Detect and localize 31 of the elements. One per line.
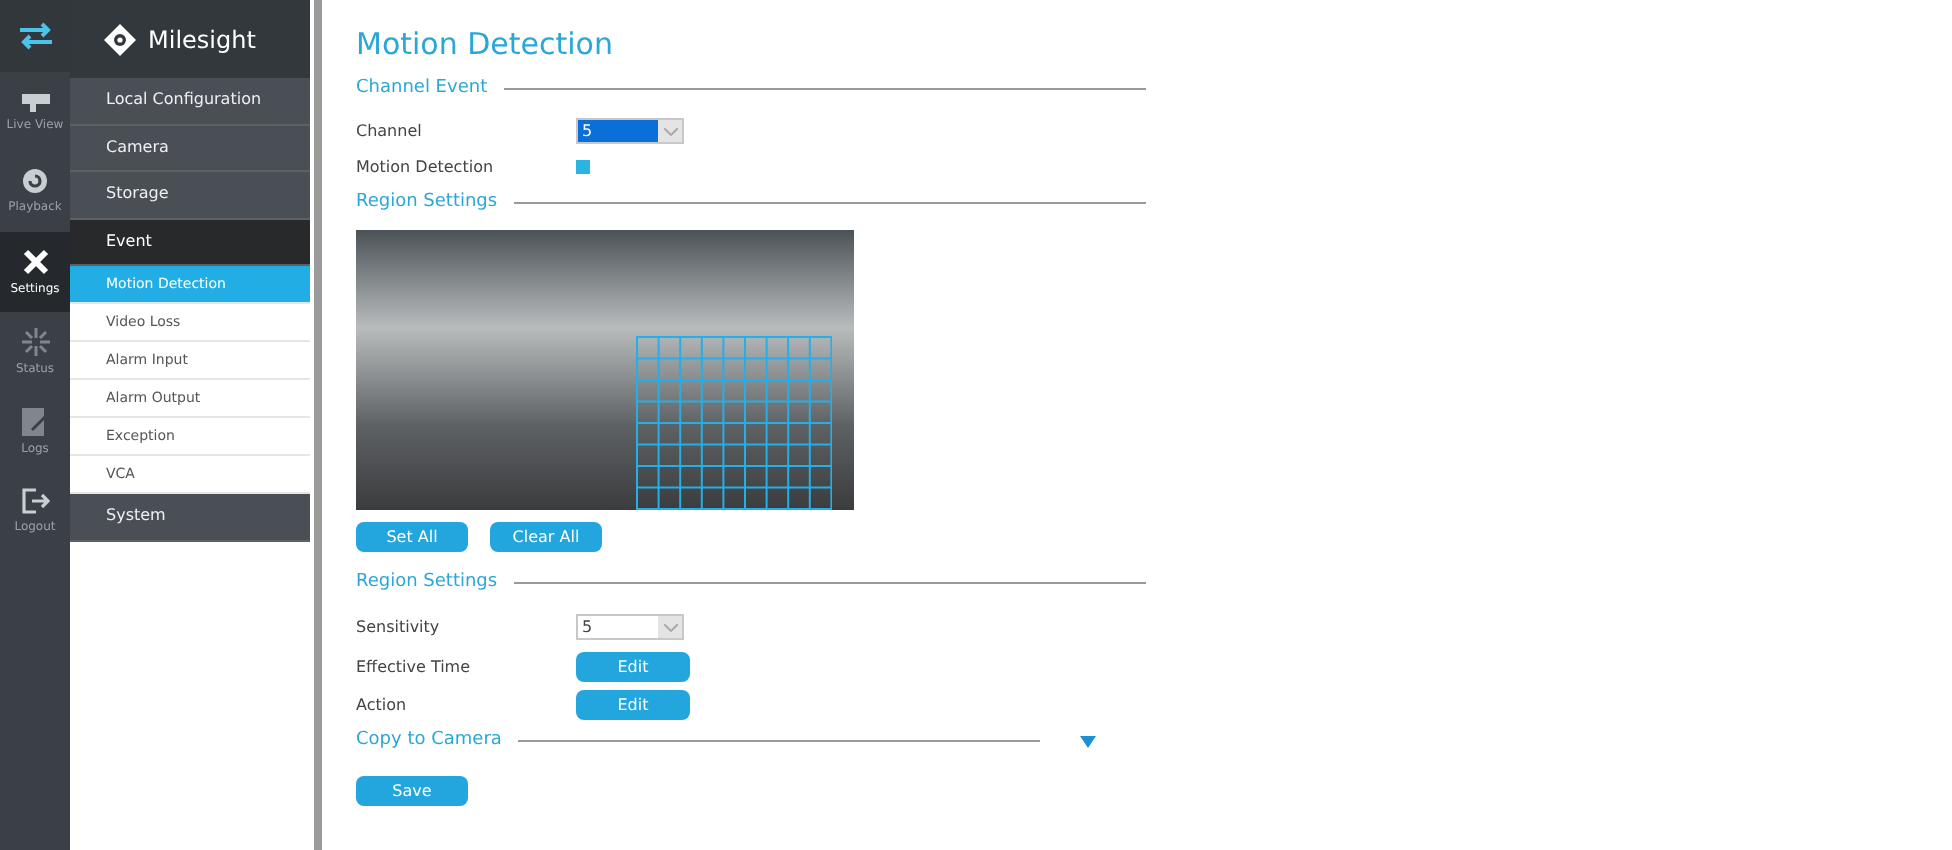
notepad-icon	[22, 407, 48, 435]
field-label: Channel	[356, 119, 424, 143]
section-heading: Region Settings	[356, 189, 498, 216]
section-heading: Copy to Camera	[356, 727, 502, 754]
chevron-icon	[663, 623, 677, 631]
section-heading: Region Settings	[356, 569, 498, 596]
logo-icon	[104, 23, 136, 55]
expand-triangle-icon[interactable]	[1080, 735, 1096, 747]
nav-item[interactable]: Local Configuration	[70, 78, 310, 125]
replay-icon	[22, 168, 48, 194]
field-label: Effective Time	[356, 655, 473, 679]
nav-item[interactable]: Event	[70, 219, 310, 266]
motion-checkbox[interactable]	[576, 160, 590, 174]
status-icon	[21, 327, 49, 355]
channel-select[interactable]: 5	[576, 118, 684, 144]
chevron-icon	[663, 127, 677, 135]
nav-item[interactable]: Storage	[70, 172, 310, 219]
field-label: Sensitivity	[356, 615, 442, 639]
camera-icon	[21, 91, 49, 111]
swap-arrows-icon	[17, 22, 53, 50]
camera-video-frame[interactable]	[356, 230, 854, 510]
section-heading: Channel Event	[356, 75, 488, 102]
nav-item[interactable]: System	[70, 494, 310, 541]
field-label: Action	[356, 693, 409, 717]
field-label: Motion Detection	[356, 155, 496, 179]
page-title: Motion Detection	[356, 30, 615, 66]
brand-name: Milesight	[148, 23, 256, 57]
nav-item[interactable]: Camera	[70, 125, 310, 172]
tools-icon	[21, 247, 49, 275]
logout-icon	[21, 488, 49, 514]
sensitivity-select[interactable]: 5	[576, 614, 684, 640]
